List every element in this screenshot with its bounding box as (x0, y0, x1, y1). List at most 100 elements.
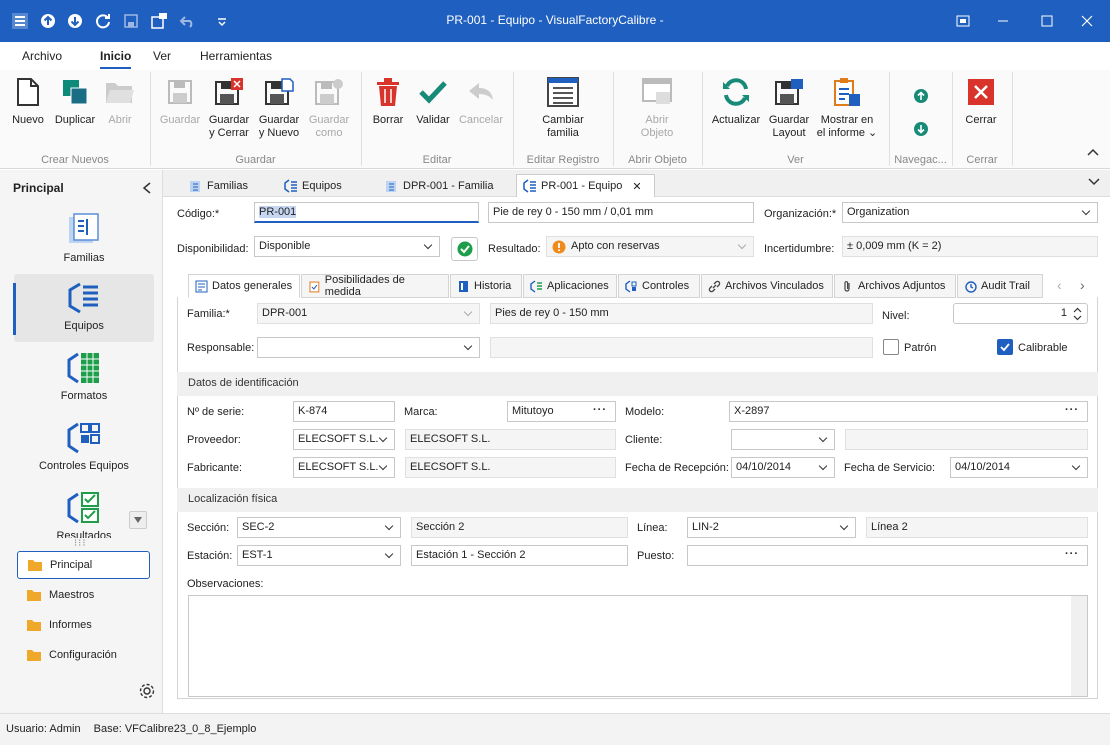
fabricante-select[interactable]: ELECSOFT S.L. (293, 457, 395, 478)
save-icon (164, 76, 196, 108)
disponibilidad-ok-button[interactable] (451, 237, 478, 261)
guardar-como-button[interactable]: Guardar como (306, 76, 352, 140)
familias-icon (66, 212, 102, 248)
more-items-button[interactable] (129, 511, 147, 529)
descripcion-input[interactable]: Pie de rey 0 - 150 mm / 0,01 mm (488, 202, 754, 223)
responsable-descripcion[interactable] (490, 337, 873, 358)
nivel-spinner[interactable]: 1 (953, 303, 1088, 324)
disponibilidad-select[interactable]: Disponible (254, 236, 440, 257)
tab-audit-trail[interactable]: Audit Trail (957, 274, 1043, 298)
doctab-dpr-001-familia[interactable]: DPR-001 - Familia (379, 174, 499, 197)
sidebar-item-controles-equipos[interactable]: Controles Equipos (14, 414, 154, 482)
abrir-button[interactable]: Abrir (104, 76, 136, 127)
tab-archivos-adjuntos[interactable]: Archivos Adjuntos (834, 274, 956, 298)
borrar-button[interactable]: Borrar (370, 76, 406, 127)
actualizar-button[interactable]: Actualizar (710, 76, 762, 127)
cambiar-familia-button[interactable]: Cambiar familia (536, 76, 590, 140)
calibrable-checkbox[interactable] (997, 339, 1013, 355)
nav-maestros[interactable]: Maestros (17, 581, 150, 609)
nav-informes[interactable]: Informes (17, 611, 150, 639)
recepcion-date[interactable]: 04/10/2014 (731, 457, 835, 478)
tab-aplicaciones[interactable]: Aplicaciones (523, 274, 617, 298)
restore-layout-icon[interactable] (948, 8, 978, 34)
tab-posibilidades-medida[interactable]: Posibilidades de medida (301, 274, 449, 298)
serie-input[interactable]: K-874 (293, 401, 395, 422)
tabs-scroll-right-icon[interactable]: › (1080, 277, 1085, 293)
abrir-objeto-button[interactable]: Abrir Objeto (634, 76, 680, 140)
patron-checkbox[interactable] (883, 339, 899, 355)
nav-configuracion[interactable]: Configuración (17, 641, 150, 669)
guardar-cerrar-button[interactable]: Guardar y Cerrar (206, 76, 252, 140)
refresh-icon (720, 76, 752, 108)
ellipsis-icon[interactable]: ··· (593, 404, 607, 416)
mostrar-informe-button[interactable]: Mostrar en el informe ⌄ (816, 76, 878, 140)
organizacion-select[interactable]: Organization (842, 202, 1098, 223)
codigo-input[interactable]: PR-001 (254, 202, 479, 223)
modelo-input[interactable]: X-2897 ··· (729, 401, 1088, 422)
estacion-descripcion[interactable]: Estación 1 - Sección 2 (411, 545, 628, 566)
proveedor-select[interactable]: ELECSOFT S.L. (293, 429, 395, 450)
familia-label: Familia:* (187, 308, 230, 320)
scrollbar[interactable] (1071, 596, 1087, 696)
cancelar-button[interactable]: Cancelar (457, 76, 505, 127)
cerrar-button[interactable]: Cerrar (962, 76, 1000, 127)
linea-descripcion[interactable]: Línea 2 (866, 517, 1088, 538)
guardar-nuevo-button[interactable]: Guardar y Nuevo (256, 76, 302, 140)
proveedor-descripcion[interactable]: ELECSOFT S.L. (405, 429, 616, 450)
marca-input[interactable]: Mitutoyo ··· (507, 401, 616, 422)
nav-principal[interactable]: Principal (17, 551, 150, 579)
guardar-button[interactable]: Guardar (158, 76, 202, 127)
collapse-ribbon-icon[interactable] (1086, 146, 1100, 156)
duplicar-button[interactable]: Duplicar (53, 76, 97, 127)
validar-button[interactable]: Validar (414, 76, 452, 127)
servicio-date[interactable]: 04/10/2014 (950, 457, 1088, 478)
menu-archivo[interactable]: Archivo (22, 49, 62, 63)
doctab-equipos[interactable]: Equipos (278, 174, 348, 197)
ellipsis-icon[interactable]: ··· (1065, 404, 1079, 416)
sidebar: Principal Familias Equipos Formatos Cont… (0, 170, 163, 713)
estacion-select[interactable]: EST-1 (237, 545, 401, 566)
close-tab-icon[interactable]: ✕ (632, 180, 641, 193)
collapse-sidebar-icon[interactable] (142, 182, 152, 197)
familia-descripcion[interactable]: Pies de rey 0 - 150 mm (490, 303, 873, 324)
tab-datos-generales[interactable]: Datos generales (188, 274, 300, 298)
sidebar-item-familias[interactable]: Familias (14, 206, 154, 274)
puesto-label: Puesto: (637, 550, 675, 562)
splitter-grip[interactable]: ⁝⁝⁝ (74, 538, 87, 549)
menu-ver[interactable]: Ver (153, 49, 171, 63)
cliente-select[interactable] (731, 429, 835, 450)
linea-select[interactable]: LIN-2 (687, 517, 856, 538)
doctab-pr-001-equipo[interactable]: PR-001 - Equipo ✕ (516, 174, 655, 197)
seccion-select[interactable]: SEC-2 (237, 517, 401, 538)
close-icon (965, 76, 997, 108)
tab-archivos-vinculados[interactable]: Archivos Vinculados (701, 274, 833, 298)
guardar-layout-button[interactable]: Guardar Layout (766, 76, 812, 140)
maximize-icon[interactable] (1032, 8, 1062, 34)
nuevo-button[interactable]: Nuevo (10, 76, 46, 127)
fabricante-descripcion[interactable]: ELECSOFT S.L. (405, 457, 616, 478)
tab-historia[interactable]: Historia (450, 274, 522, 298)
minimize-icon[interactable] (988, 8, 1018, 34)
doctab-familias[interactable]: Familias (183, 174, 254, 197)
menu-herramientas[interactable]: Herramientas (200, 49, 272, 63)
seccion-descripcion[interactable]: Sección 2 (411, 517, 628, 538)
familia-select[interactable]: DPR-001 (257, 303, 480, 324)
close-window-icon[interactable] (1072, 8, 1102, 34)
cliente-descripcion[interactable] (845, 429, 1088, 450)
incertidumbre-input[interactable]: ± 0,009 mm (K = 2) (842, 236, 1098, 257)
ellipsis-icon[interactable]: ··· (1065, 548, 1079, 560)
observaciones-textarea[interactable] (188, 595, 1088, 697)
responsable-select[interactable] (257, 337, 480, 358)
tab-controles[interactable]: Controles (618, 274, 700, 298)
nav-up-button[interactable] (913, 88, 929, 104)
nav-down-button[interactable] (913, 121, 929, 137)
puesto-input[interactable]: ··· (687, 545, 1088, 566)
tabs-dropdown-icon[interactable] (1088, 176, 1100, 190)
sidebar-item-formatos[interactable]: Formatos (14, 344, 154, 412)
gear-icon[interactable] (138, 682, 156, 703)
tabs-scroll-left-icon[interactable]: ‹ (1057, 277, 1062, 293)
menu-inicio[interactable]: Inicio (100, 49, 132, 69)
resultado-select[interactable]: Apto con reservas (546, 236, 754, 257)
sidebar-item-equipos[interactable]: Equipos (14, 274, 154, 342)
seccion-label: Sección: (187, 522, 230, 534)
